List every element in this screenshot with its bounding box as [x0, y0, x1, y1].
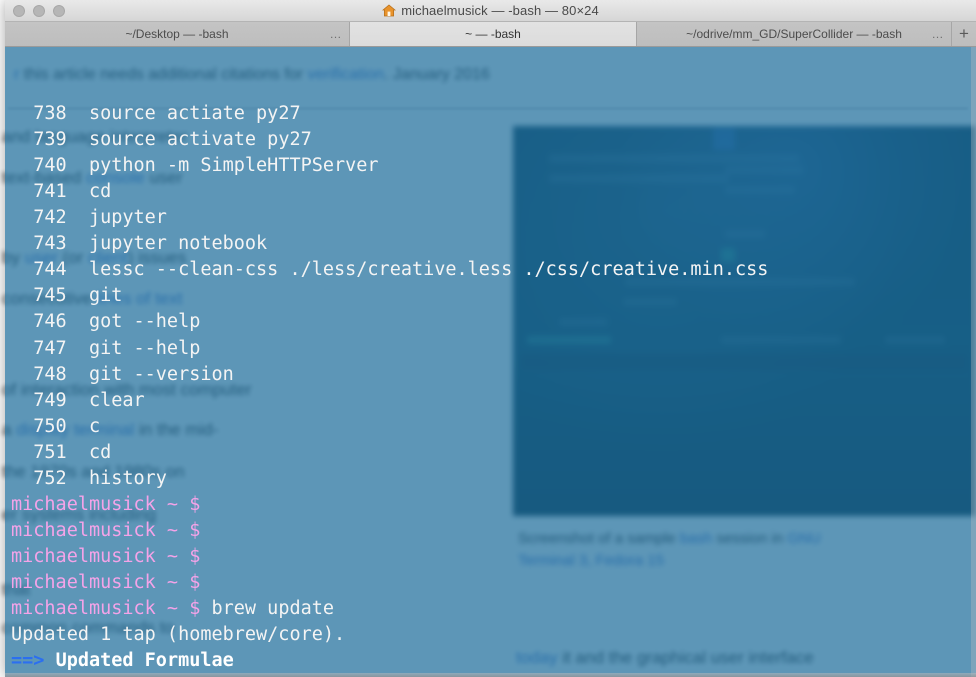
history-line: 747 git --help	[11, 336, 976, 362]
history-line: 742 jupyter	[11, 205, 976, 231]
window-title-text: michaelmusick — -bash — 80×24	[401, 3, 599, 18]
home-icon	[382, 4, 397, 17]
history-number: 744	[11, 259, 89, 281]
tab-supercollider-bash[interactable]: ~/odrive/mm_GD/SuperCollider — -bash …	[637, 22, 952, 46]
vertical-scrollbar[interactable]	[971, 47, 976, 677]
history-command: jupyter	[88, 207, 167, 229]
history-command: source actiate py27	[88, 103, 301, 125]
history-number: 745	[11, 285, 89, 307]
minimize-button[interactable]	[33, 4, 45, 17]
terminal-output[interactable]: 738 source actiate py27 739 source activ…	[5, 47, 976, 677]
output-header-line: ==> Updated Formulae	[11, 648, 976, 674]
history-command: got --help	[88, 311, 201, 333]
tab-overflow-icon[interactable]: …	[330, 28, 343, 40]
history-number: 751	[11, 441, 89, 463]
history-line: 751 cd	[11, 440, 976, 466]
history-command: git --version	[88, 363, 234, 385]
history-command: history	[88, 467, 167, 489]
zoom-button[interactable]	[53, 4, 65, 17]
new-tab-button[interactable]: +	[952, 22, 976, 46]
history-line: 746 got --help	[11, 309, 976, 335]
tab-label: ~ — -bash	[465, 27, 521, 41]
prompt-line: michaelmusick ~ $	[11, 570, 976, 596]
history-line: 740 python -m SimpleHTTPServer	[11, 153, 976, 179]
output-line: Updated 1 tap (homebrew/core).	[11, 622, 976, 648]
prompt-line: michaelmusick ~ $	[11, 518, 976, 544]
history-number: 752	[11, 467, 89, 489]
history-command: jupyter notebook	[88, 233, 268, 255]
prompt-line: michaelmusick ~ $	[11, 544, 976, 570]
history-command: c	[88, 415, 101, 437]
history-line: 748 git --version	[11, 362, 976, 388]
tab-home-bash[interactable]: ~ — -bash	[350, 22, 637, 46]
history-line: 752 history	[11, 466, 976, 492]
shell-prompt: michaelmusick ~ $	[11, 545, 201, 567]
history-command: clear	[88, 389, 145, 411]
history-number: 743	[11, 233, 89, 255]
history-number: 749	[11, 389, 89, 411]
shell-prompt: michaelmusick ~ $	[11, 571, 201, 593]
shell-prompt: michaelmusick ~ $	[11, 519, 201, 541]
history-line: 750 c	[11, 414, 976, 440]
history-line: 743 jupyter notebook	[11, 231, 976, 257]
history-line: 749 clear	[11, 388, 976, 414]
tab-label: ~/Desktop — -bash	[125, 27, 229, 41]
output-header-text: Updated Formulae	[55, 650, 234, 672]
tab-overflow-icon[interactable]: …	[932, 28, 945, 40]
arrow-marker: ==>	[11, 650, 56, 672]
shell-prompt: michaelmusick ~ $	[11, 597, 201, 619]
history-command: python -m SimpleHTTPServer	[88, 155, 379, 177]
history-line: 745 git	[11, 283, 976, 309]
history-line: 739 source activate py27	[11, 127, 976, 153]
history-number: 750	[11, 415, 89, 437]
history-command: cd	[88, 181, 112, 203]
history-number: 738	[11, 103, 89, 125]
history-line: 738 source actiate py27	[11, 101, 976, 127]
terminal-window[interactable]: michaelmusick — -bash — 80×24 ~/Desktop …	[5, 0, 976, 677]
history-command: source activate py27	[88, 129, 312, 151]
history-number: 747	[11, 337, 89, 359]
window-titlebar[interactable]: michaelmusick — -bash — 80×24	[5, 0, 976, 22]
close-button[interactable]	[13, 4, 25, 17]
tab-label: ~/odrive/mm_GD/SuperCollider — -bash	[686, 27, 902, 41]
history-number: 746	[11, 311, 89, 333]
command-line: michaelmusick ~ $ brew update	[11, 596, 976, 622]
history-line: 741 cd	[11, 179, 976, 205]
history-command: lessc --clean-css ./less/creative.less .…	[88, 259, 769, 281]
history-number: 741	[11, 181, 89, 203]
traffic-lights	[13, 0, 65, 21]
window-bottom-edge	[5, 673, 976, 677]
history-command: git	[88, 285, 123, 307]
typed-command: brew update	[200, 597, 335, 619]
history-number: 742	[11, 207, 89, 229]
prompt-line: michaelmusick ~ $	[11, 492, 976, 518]
history-command: cd	[88, 441, 112, 463]
history-line: 744 lessc --clean-css ./less/creative.le…	[11, 257, 976, 283]
history-number: 739	[11, 129, 89, 151]
window-title: michaelmusick — -bash — 80×24	[382, 3, 599, 18]
history-number: 740	[11, 155, 89, 177]
history-number: 748	[11, 363, 89, 385]
shell-prompt: michaelmusick ~ $	[11, 493, 201, 515]
history-command: git --help	[88, 337, 201, 359]
tab-bar[interactable]: ~/Desktop — -bash … ~ — -bash ~/odrive/m…	[5, 22, 976, 47]
tab-desktop-bash[interactable]: ~/Desktop — -bash …	[5, 22, 350, 46]
output-text: Updated 1 tap (homebrew/core).	[11, 624, 346, 646]
